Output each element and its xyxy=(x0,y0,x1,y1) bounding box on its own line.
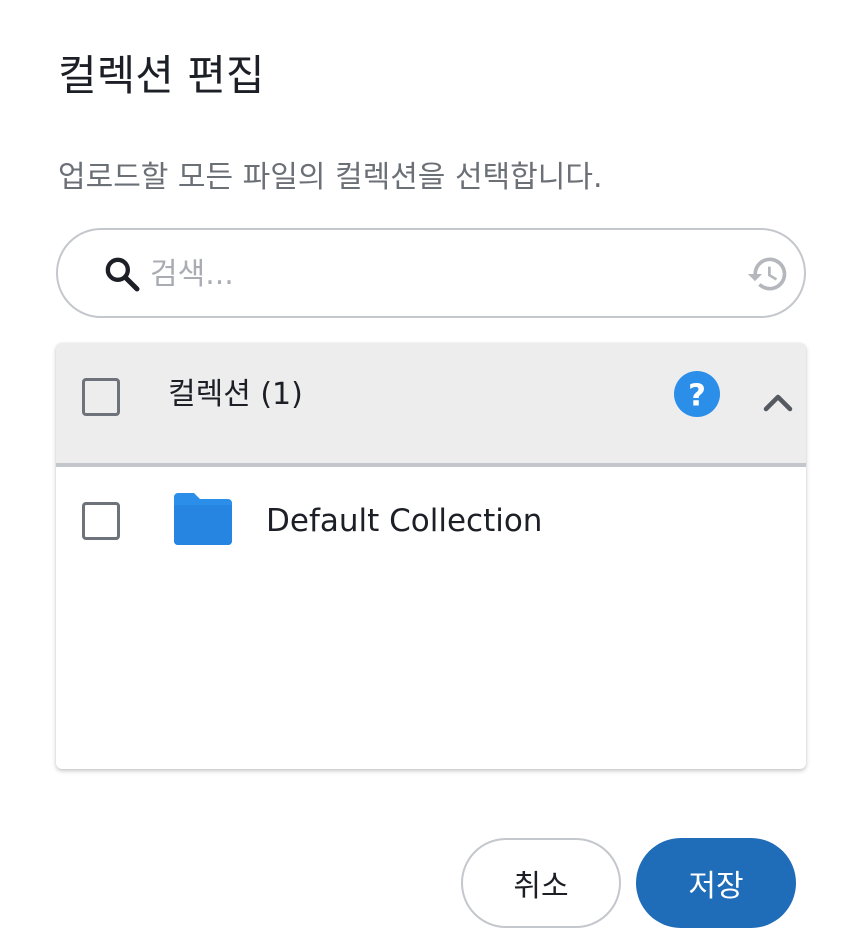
collection-checkbox[interactable] xyxy=(82,502,120,540)
history-icon[interactable] xyxy=(746,252,790,296)
search-box xyxy=(56,228,806,318)
dialog-title: 컬렉션 편집 xyxy=(58,51,265,100)
dialog-subtitle: 업로드할 모든 파일의 컬렉션을 선택합니다. xyxy=(58,160,603,195)
collection-row[interactable]: Default Collection xyxy=(56,471,806,571)
folder-icon xyxy=(174,493,232,545)
collections-header[interactable]: 컬렉션 (1) ? xyxy=(56,343,806,467)
save-button[interactable]: 저장 xyxy=(636,838,796,928)
search-input[interactable] xyxy=(150,248,730,300)
collection-label: Default Collection xyxy=(266,503,543,539)
collections-panel: 컬렉션 (1) ? Default Collection xyxy=(56,343,806,769)
help-icon[interactable]: ? xyxy=(674,371,720,417)
cancel-button[interactable]: 취소 xyxy=(461,838,621,928)
chevron-up-icon[interactable] xyxy=(760,385,796,421)
svg-text:?: ? xyxy=(688,379,706,414)
select-all-checkbox[interactable] xyxy=(82,378,120,416)
collections-header-label: 컬렉션 (1) xyxy=(168,377,303,412)
search-icon xyxy=(105,257,140,292)
edit-collection-dialog: 컬렉션 편집 업로드할 모든 파일의 컬렉션을 선택합니다. 컬렉션 (1) ? xyxy=(0,0,857,948)
